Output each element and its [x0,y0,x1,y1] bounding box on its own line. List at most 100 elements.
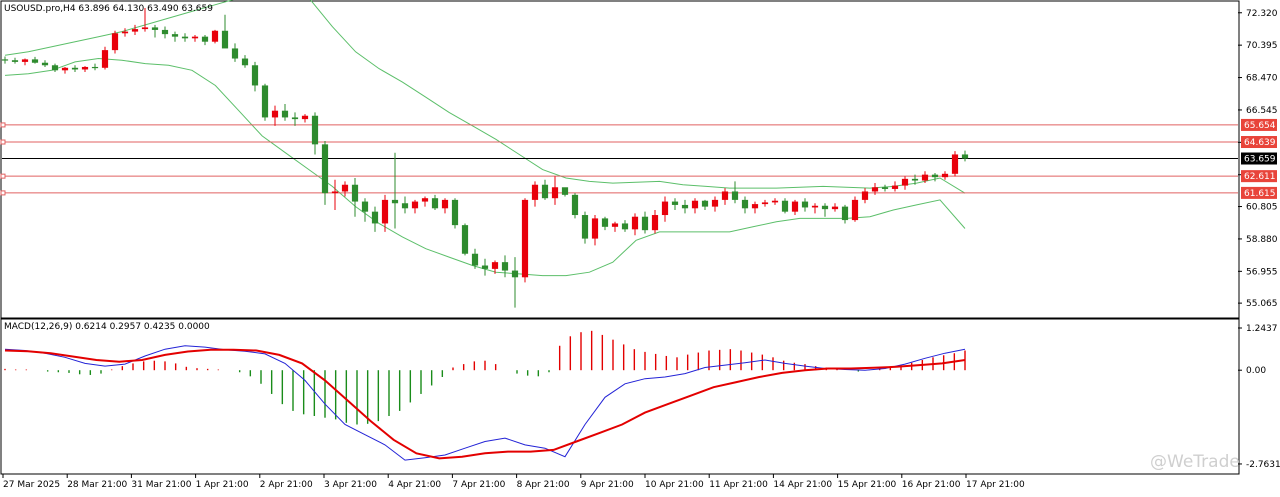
candle-bullish [651,215,659,231]
candle-bearish [481,265,489,269]
macd-info-label: MACD(12,26,9) 0.6214 0.2957 0.4235 0.000… [4,322,210,332]
price-tag-label: 64.639 [1244,138,1276,148]
candle-bearish [181,36,189,39]
candle-bullish [491,262,499,269]
time-tick-label: 16 Apr 21:00 [902,480,961,490]
candle-bullish [691,200,699,209]
time-tick-label: 2 Apr 21:00 [260,480,313,490]
candle-bearish [71,67,79,70]
price-tick-label: 58.880 [1246,235,1278,245]
macd-tick-label: 0.00 [1246,366,1266,376]
candle-bearish [311,115,319,145]
candle-bearish [281,110,289,118]
candle-bearish [881,187,889,189]
candle-bearish [841,206,849,221]
candle-bullish [531,184,539,200]
candle-bullish [191,36,199,39]
candle-bearish [41,62,49,66]
candle-bullish [611,223,619,227]
candle-bullish [211,30,219,42]
candle-bearish [261,85,269,118]
candle-bearish [461,225,469,254]
candle-bullish [871,187,879,192]
candle-bullish [271,110,279,118]
price-tag-label: 61.615 [1244,189,1276,199]
candle-bearish [601,218,609,227]
candle-bearish [431,198,439,209]
candle-bearish [581,215,589,239]
candle-bearish [241,58,249,66]
candle-bearish [351,184,359,202]
price-tick-label: 66.545 [1246,106,1278,116]
candle-bullish [341,184,349,192]
candle-bullish [111,33,119,51]
candle-bullish [751,204,759,209]
price-tick-label: 56.955 [1246,267,1278,277]
candle-bullish [121,31,129,34]
candle-bullish [141,27,149,30]
price-level-handle [0,139,6,145]
macd-tick-label: 1.2437 [1246,324,1278,334]
candle-bullish [301,115,309,120]
candle-bearish [251,65,259,86]
time-tick-label: 9 Apr 21:00 [581,480,634,490]
candle-bearish [731,191,739,200]
candle-bullish [941,173,949,178]
candle-bullish [901,178,909,186]
chart-background [0,0,1280,493]
candle-bearish [221,30,229,49]
candle-bullish [421,198,429,202]
candle-bearish [31,59,39,63]
candle-bearish [401,203,409,209]
price-tick-label: 72.320 [1246,9,1278,19]
candle-bullish [851,199,859,221]
candle-bearish [231,48,239,59]
time-tick-label: 8 Apr 21:00 [517,480,570,490]
candle-bullish [771,200,779,203]
time-tick-label: 27 Mar 2025 [3,480,60,490]
time-tick-label: 15 Apr 21:00 [838,480,897,490]
candle-bearish [361,201,369,212]
chart-area[interactable]: 72.32070.39568.47066.54564.62062.69560.8… [0,0,1280,493]
candle-bullish [61,67,69,71]
candle-bullish [891,185,899,189]
candle-bearish [91,66,99,69]
trading-chart[interactable]: 72.32070.39568.47066.54564.62062.69560.8… [0,0,1280,493]
candle-bearish [541,184,549,199]
time-tick-label: 28 Mar 21:00 [67,480,127,490]
candle-bearish [321,144,329,194]
candle-bullish [921,174,929,181]
candle-bearish [671,201,679,205]
time-tick-label: 4 Apr 21:00 [388,480,441,490]
candle-bearish [701,200,709,207]
candle-bearish [151,27,159,30]
price-level-handle [0,173,6,179]
candle-bullish [831,206,839,210]
candle-bearish [291,117,299,120]
time-tick-label: 17 Apr 21:00 [966,480,1025,490]
price-tick-label: 68.470 [1246,74,1278,84]
candle-bearish [781,200,789,212]
watermark-logo: @WeTrade [1150,452,1240,472]
price-tag-label: 63.659 [1244,155,1276,165]
candle-bearish [911,178,919,181]
price-level-handle [0,190,6,196]
candle-bullish [591,218,599,239]
candle-bullish [521,199,529,278]
candle-bullish [721,191,729,200]
candle-bearish [171,34,179,37]
time-tick-label: 11 Apr 21:00 [709,480,768,490]
candle-bearish [451,199,459,226]
candle-bullish [861,191,869,200]
candle-bearish [371,211,379,224]
candle-bullish [411,201,419,209]
candle-bullish [131,29,139,32]
time-tick-label: 3 Apr 21:00 [324,480,377,490]
candle-bearish [51,65,59,71]
price-tick-label: 60.805 [1246,203,1278,213]
candle-bullish [791,201,799,212]
time-tick-label: 1 Apr 21:00 [196,480,249,490]
candle-bearish [741,199,749,209]
watermark-text: @WeTrade [1150,452,1240,472]
candle-bearish [571,194,579,216]
